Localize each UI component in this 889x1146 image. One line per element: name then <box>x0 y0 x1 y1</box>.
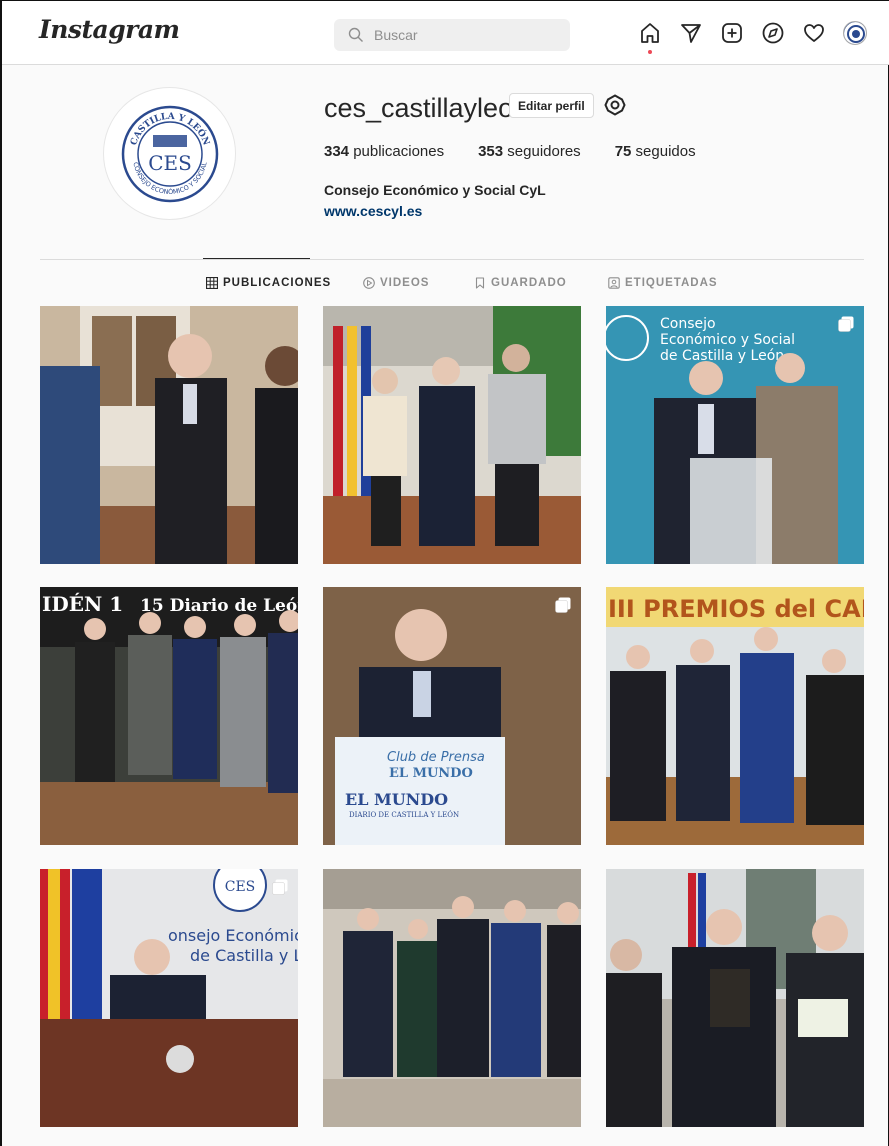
profile-website-link[interactable]: www.cescyl.es <box>324 203 422 219</box>
post-thumbnail-1[interactable] <box>40 306 298 564</box>
multi-photo-icon <box>838 316 854 332</box>
video-icon <box>363 277 375 289</box>
svg-text:EL MUNDO: EL MUNDO <box>389 766 473 781</box>
post-thumbnail-4[interactable]: IDÉN 1 15 Diario de León <box>40 587 298 845</box>
post-thumbnail-8[interactable] <box>323 869 581 1127</box>
svg-text:DIARIO DE CASTILLA Y LEÓN: DIARIO DE CASTILLA Y LEÓN <box>349 810 459 819</box>
post-photo-3: Consejo Económico y Social de Castilla y… <box>606 306 864 564</box>
activity-icon[interactable] <box>802 21 826 45</box>
logo-center-text: CES <box>148 151 192 175</box>
svg-text:15 Diario de León: 15 Diario de León <box>140 596 298 616</box>
post-photo-4: IDÉN 1 15 Diario de León <box>40 587 298 845</box>
svg-text:EL MUNDO: EL MUNDO <box>345 790 448 809</box>
search-placeholder: Buscar <box>374 27 418 43</box>
posts-count: 334 publicaciones <box>324 143 445 160</box>
post-thumbnail-6[interactable]: III PREMIOS del CAMPO <box>606 587 864 845</box>
post-photo-6: III PREMIOS del CAMPO <box>606 587 864 845</box>
tab-publicaciones[interactable]: PUBLICACIONES <box>206 277 331 289</box>
following-count[interactable]: 75 seguidos <box>615 143 696 160</box>
notification-dot <box>648 50 652 54</box>
direct-icon[interactable] <box>679 21 703 45</box>
active-tab-indicator <box>203 258 310 259</box>
search-input[interactable]: Buscar <box>334 19 570 51</box>
post-photo-7: CES onsejo Económico y S de Castilla y L… <box>40 869 298 1127</box>
tagged-icon <box>608 277 620 289</box>
post-photo-9 <box>606 869 864 1127</box>
svg-text:III PREMIOS del CAMPO: III PREMIOS del CAMPO <box>608 595 864 623</box>
home-icon[interactable] <box>638 21 662 54</box>
svg-text:Económico y Social: Económico y Social <box>660 332 795 348</box>
svg-text:de Castilla y León: de Castilla y León <box>660 348 784 364</box>
post-thumbnail-3[interactable]: Consejo Económico y Social de Castilla y… <box>606 306 864 564</box>
grid-icon <box>206 277 218 289</box>
svg-text:Club de Prensa: Club de Prensa <box>387 750 485 765</box>
tab-videos[interactable]: VIDEOS <box>363 277 429 289</box>
profile-username: ces_castillayleon <box>324 93 529 123</box>
top-nav: Instagram Buscar <box>2 1 889 65</box>
svg-text:de Castilla y León: de Castilla y León <box>190 946 298 965</box>
instagram-logo[interactable]: Instagram <box>39 15 180 44</box>
profile-stats: 334 publicaciones 353 seguidores 75 segu… <box>324 143 730 160</box>
post-thumbnail-9[interactable] <box>606 869 864 1127</box>
svg-text:CES: CES <box>225 879 256 895</box>
profile-full-name: Consejo Económico y Social CyL <box>324 182 546 198</box>
svg-text:Consejo: Consejo <box>660 316 716 332</box>
post-photo-2 <box>323 306 581 564</box>
tab-guardado[interactable]: GUARDADO <box>474 277 567 289</box>
post-photo-5: Club de Prensa EL MUNDO EL MUNDO DIARIO … <box>323 587 581 845</box>
followers-count[interactable]: 353 seguidores <box>478 143 581 160</box>
settings-gear-icon[interactable] <box>603 93 627 117</box>
tab-etiquetadas[interactable]: ETIQUETADAS <box>608 277 718 289</box>
post-photo-8 <box>323 869 581 1127</box>
edit-profile-button[interactable]: Editar perfil <box>509 93 594 118</box>
tabs-divider <box>40 259 864 260</box>
svg-text:onsejo Económico y S: onsejo Económico y S <box>168 926 298 945</box>
post-thumbnail-7[interactable]: CES onsejo Económico y S de Castilla y L… <box>40 869 298 1127</box>
profile-picture[interactable]: CASTILLA Y LEÓN CONSEJO ECONÓMICO Y SOCI… <box>103 87 236 220</box>
svg-text:IDÉN 1: IDÉN 1 <box>42 592 123 616</box>
post-photo-1 <box>40 306 298 564</box>
bookmark-icon <box>475 277 485 289</box>
ces-logo-icon: CASTILLA Y LEÓN CONSEJO ECONÓMICO Y SOCI… <box>121 105 219 203</box>
multi-photo-icon <box>555 597 571 613</box>
search-icon <box>348 27 363 42</box>
explore-icon[interactable] <box>761 21 785 45</box>
profile-avatar-icon[interactable] <box>843 21 867 45</box>
post-thumbnail-5[interactable]: Club de Prensa EL MUNDO EL MUNDO DIARIO … <box>323 587 581 845</box>
nav-icons <box>638 21 867 54</box>
post-thumbnail-2[interactable] <box>323 306 581 564</box>
new-post-icon[interactable] <box>720 21 744 45</box>
multi-photo-icon <box>272 879 288 895</box>
